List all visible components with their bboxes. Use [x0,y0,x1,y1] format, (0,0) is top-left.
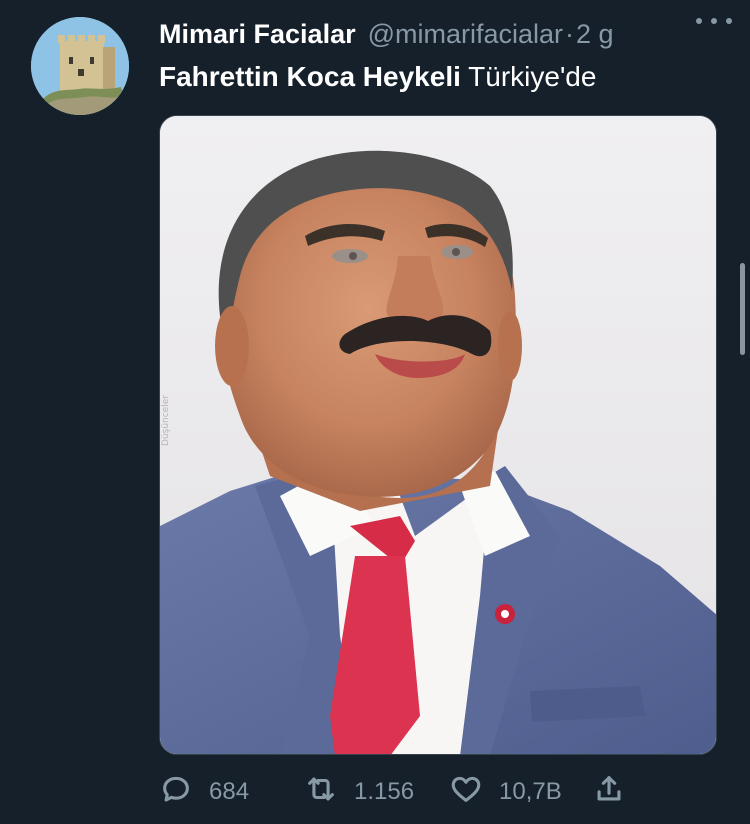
more-dot-1 [696,18,702,24]
reply-button[interactable]: 684 [159,770,249,814]
tweet-actions: 684 1.156 10,7B [159,770,639,814]
retweet-icon [304,772,338,813]
more-options-icon[interactable] [696,13,732,29]
retweet-button[interactable]: 1.156 [304,770,414,814]
image-watermark: Düşünceler [161,395,171,446]
author-handle[interactable]: @mimarifacialar [368,14,563,54]
profile-avatar[interactable] [31,17,129,115]
more-dot-2 [711,18,717,24]
heart-icon [449,772,483,813]
vertical-scrollbar[interactable] [740,263,745,355]
more-dot-3 [726,18,732,24]
retweet-count: 1.156 [354,778,415,805]
reply-bubble-icon [159,772,193,813]
reply-count: 684 [209,778,250,805]
header-separator: · [565,19,575,49]
tweet-media-image[interactable]: Düşünceler [159,115,717,755]
share-button[interactable] [592,770,626,814]
statue-photo: Düşünceler [160,116,716,754]
tweet-text-rest: Türkiye'de [460,61,597,92]
tweet-text: Fahrettin Koca Heykeli Türkiye'de [159,58,719,96]
tweet-text-bold: Fahrettin Koca Heykeli [159,61,461,92]
castle-avatar-icon [31,17,129,115]
author-display-name[interactable]: Mimari Facialar [159,14,356,54]
like-count: 10,7B [499,778,562,805]
tweet-header: Mimari Facialar @mimarifacialar · 2 g [159,14,730,54]
tweet-timestamp[interactable]: 2 g [576,14,614,54]
like-button[interactable]: 10,7B [449,770,562,814]
share-icon [592,772,626,813]
